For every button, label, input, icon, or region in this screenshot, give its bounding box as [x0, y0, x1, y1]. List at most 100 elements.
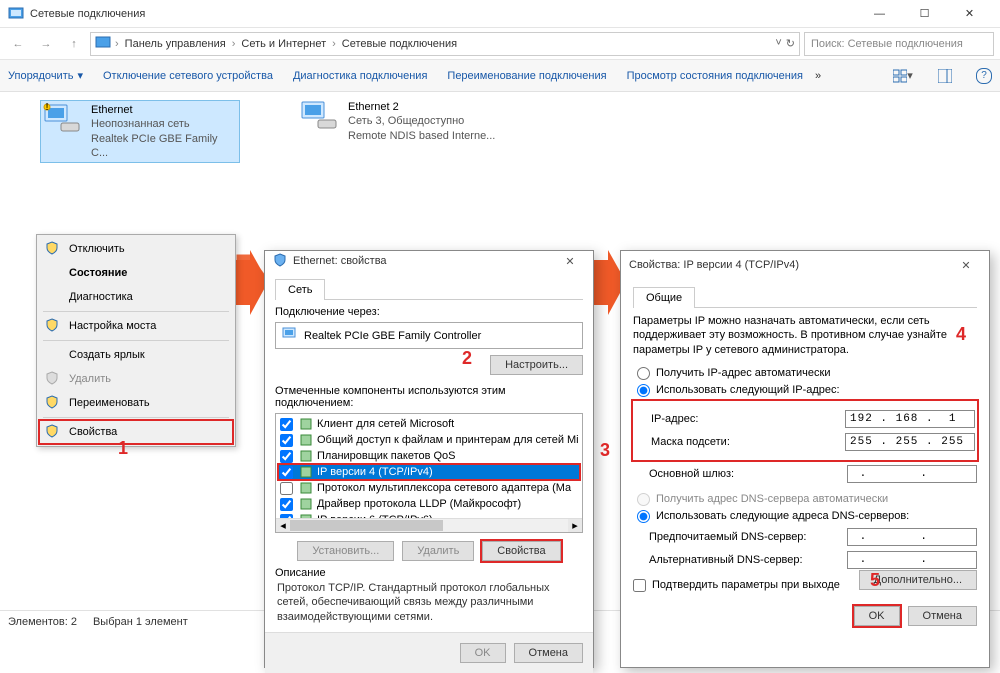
disable-device-button[interactable]: Отключение сетевого устройства [103, 70, 273, 82]
gateway-label: Основной шлюз: [649, 468, 847, 480]
tab-network[interactable]: Сеть [275, 279, 325, 300]
folder-icon [95, 34, 111, 53]
address-bar[interactable]: › Панель управления › Сеть и Интернет › … [90, 32, 800, 56]
tab-general[interactable]: Общие [633, 287, 695, 308]
ctx-disable[interactable]: Отключить [39, 237, 233, 261]
window-title: Сетевые подключения [30, 8, 857, 20]
connection-status: Неопознанная сеть [91, 117, 237, 131]
ok-button[interactable]: OK [854, 606, 900, 626]
component-checkbox[interactable] [280, 498, 293, 511]
component-item[interactable]: Общий доступ к файлам и принтерам для се… [278, 432, 580, 448]
cancel-button[interactable]: Отмена [908, 606, 977, 626]
ctx-status[interactable]: Состояние [39, 261, 233, 285]
component-checkbox[interactable] [280, 466, 293, 479]
connection-name: Ethernet [91, 103, 237, 117]
radio-manual-ip[interactable]: Использовать следующий IP-адрес: [637, 384, 977, 397]
component-checkbox[interactable] [280, 418, 293, 431]
component-label: Драйвер протокола LLDP (Майкрософт) [317, 498, 521, 510]
radio-auto-ip[interactable]: Получить IP-адрес автоматически [637, 367, 977, 380]
svg-text:!: ! [45, 103, 48, 113]
ok-button[interactable]: OK [460, 643, 506, 663]
view-status-button[interactable]: Просмотр состояния подключения » [627, 70, 822, 82]
protocol-icon [299, 465, 313, 479]
connection-item-ethernet2[interactable]: Ethernet 2 Сеть 3, Общедоступно Remote N… [300, 100, 500, 163]
component-item[interactable]: Клиент для сетей Microsoft [278, 416, 580, 432]
component-checkbox[interactable] [280, 450, 293, 463]
component-properties-button[interactable]: Свойства [482, 541, 560, 561]
ip-fields-group: IP-адрес: Маска подсети: [633, 401, 977, 460]
address-refresh-icon[interactable]: ↻ [786, 37, 795, 50]
ctx-bridge[interactable]: Настройка моста [39, 314, 233, 338]
component-label: IP версии 4 (TCP/IPv4) [317, 466, 433, 478]
nav-back-button[interactable]: ← [6, 32, 30, 56]
components-list[interactable]: Клиент для сетей Microsoft Общий доступ к… [275, 413, 583, 533]
shield-icon [45, 371, 61, 387]
component-item[interactable]: Планировщик пакетов QoS [278, 448, 580, 464]
scrollbar-thumb[interactable] [290, 520, 443, 531]
dns2-input[interactable] [847, 551, 977, 569]
ip-input[interactable] [845, 410, 975, 428]
components-label: Отмеченные компоненты используются этим … [275, 375, 583, 409]
diagnose-button[interactable]: Диагностика подключения [293, 70, 427, 82]
ctx-diagnose[interactable]: Диагностика [39, 285, 233, 309]
nav-up-button[interactable]: ↑ [62, 32, 86, 56]
scroll-left-button[interactable]: ◂ [276, 519, 290, 532]
connection-item-ethernet[interactable]: ! Ethernet Неопознанная сеть Realtek PCI… [40, 100, 240, 163]
scrollbar-horizontal[interactable]: ◂ ▸ [276, 518, 582, 532]
view-mode-button[interactable]: ▾ [892, 65, 914, 87]
separator [43, 417, 229, 418]
component-item[interactable]: Драйвер протокола LLDP (Майкрософт) [278, 496, 580, 512]
component-item[interactable]: Протокол мультиплексора сетевого адаптер… [278, 480, 580, 496]
ipv4-properties-dialog: Свойства: IP версии 4 (TCP/IPv4) ✕ Общие… [620, 250, 990, 668]
separator [43, 340, 229, 341]
cancel-button[interactable]: Отмена [514, 643, 583, 663]
ctx-rename[interactable]: Переименовать [39, 391, 233, 415]
breadcrumb-leaf[interactable]: Сетевые подключения [340, 38, 459, 50]
component-label: Клиент для сетей Microsoft [317, 418, 454, 430]
search-input[interactable]: Поиск: Сетевые подключения [804, 32, 994, 56]
annotation-1: 1 [118, 438, 128, 459]
rename-button[interactable]: Переименование подключения [447, 70, 606, 82]
shield-icon [45, 241, 61, 257]
breadcrumb-mid[interactable]: Сеть и Интернет [239, 38, 328, 50]
protocol-icon [299, 449, 313, 463]
gateway-input[interactable] [847, 465, 977, 483]
dns1-input[interactable] [847, 528, 977, 546]
help-button[interactable]: ? [976, 68, 992, 84]
configure-button[interactable]: Настроить... [490, 355, 583, 375]
app-icon [8, 6, 24, 22]
network-adapter-icon: ! [43, 103, 83, 135]
address-dropdown-icon[interactable]: ˅ [775, 37, 781, 50]
ctx-shortcut[interactable]: Создать ярлык [39, 343, 233, 367]
shield-icon [273, 253, 287, 270]
annotation-5: 5 [870, 570, 880, 591]
ctx-properties[interactable]: Свойства [39, 420, 233, 444]
component-checkbox[interactable] [280, 434, 293, 447]
protocol-icon [299, 417, 313, 431]
install-button[interactable]: Установить... [297, 541, 394, 561]
breadcrumb-root[interactable]: Панель управления [123, 38, 228, 50]
ctx-delete[interactable]: Удалить [39, 367, 233, 391]
organize-menu[interactable]: Упорядочить ▾ [8, 69, 83, 82]
scroll-right-button[interactable]: ▸ [568, 519, 582, 532]
address-bar-row: ← → ↑ › Панель управления › Сеть и Интер… [0, 28, 1000, 60]
mask-input[interactable] [845, 433, 975, 451]
radio-auto-dns: Получить адрес DNS-сервера автоматически [637, 493, 977, 506]
remove-button[interactable]: Удалить [402, 541, 474, 561]
minimize-button[interactable]: — [857, 0, 902, 28]
dialog-close-button[interactable]: ✕ [555, 251, 585, 271]
connection-device: Realtek PCIe GBE Family C... [91, 132, 237, 161]
component-item[interactable]: IP версии 4 (TCP/IPv4) [278, 464, 580, 480]
dialog-close-button[interactable]: ✕ [951, 255, 981, 275]
preview-pane-button[interactable] [934, 65, 956, 87]
component-checkbox[interactable] [280, 482, 293, 495]
search-placeholder: Поиск: Сетевые подключения [811, 38, 963, 50]
ip-label: IP-адрес: [651, 413, 845, 425]
radio-manual-dns[interactable]: Использовать следующие адреса DNS-сервер… [637, 510, 977, 523]
close-button[interactable]: ✕ [947, 0, 992, 28]
dialog-title: Свойства: IP версии 4 (TCP/IPv4) [629, 259, 951, 271]
command-bar: Упорядочить ▾ Отключение сетевого устрой… [0, 60, 1000, 92]
nav-forward-button[interactable]: → [34, 32, 58, 56]
maximize-button[interactable]: ☐ [902, 0, 947, 28]
network-adapter-icon [300, 100, 340, 132]
